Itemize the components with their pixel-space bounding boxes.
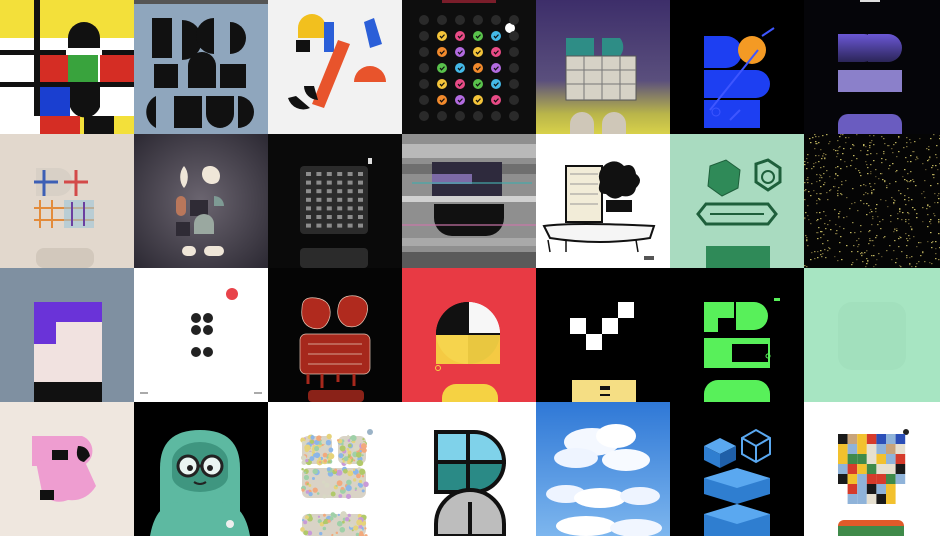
- tile-blue-b-orange-ball[interactable]: [670, 0, 804, 134]
- tile-mondrian-b[interactable]: [0, 0, 134, 134]
- tile-four-dots[interactable]: [134, 268, 268, 402]
- tile-keypad-grid[interactable]: [268, 134, 402, 268]
- tile-gray-blue-glyphs[interactable]: [134, 0, 268, 134]
- tile-sky-clouds[interactable]: [536, 402, 670, 536]
- tile-mosaic-b[interactable]: [268, 402, 402, 536]
- tile-red-ornate-b[interactable]: [268, 268, 402, 402]
- tile-checkmark-dots[interactable]: [402, 0, 536, 134]
- tile-pixel-checker[interactable]: [536, 268, 670, 402]
- tile-green-neon-b[interactable]: [670, 268, 804, 402]
- tile-pink-blob[interactable]: [0, 402, 134, 536]
- tile-green-polyhedra[interactable]: [670, 134, 804, 268]
- artwork-gallery: [0, 0, 940, 536]
- tile-purple-grain-b[interactable]: [804, 0, 940, 134]
- tile-isometric-blue-cubes[interactable]: [670, 402, 804, 536]
- tile-slate-purple-block[interactable]: [0, 268, 134, 402]
- tile-teal-stained-glass[interactable]: [402, 402, 536, 536]
- tile-colored-shapes[interactable]: [268, 0, 402, 134]
- tile-dusky-glyphs[interactable]: [134, 134, 268, 268]
- tile-cross-stitch-b[interactable]: [0, 134, 134, 268]
- tile-pixel-quilt[interactable]: [804, 402, 940, 536]
- tile-ink-sketch[interactable]: [536, 134, 670, 268]
- tile-purple-gradient-b[interactable]: [536, 0, 670, 134]
- tile-glitch-b[interactable]: [402, 134, 536, 268]
- tile-green-sloth[interactable]: [134, 402, 268, 536]
- tile-mint-blank[interactable]: [804, 268, 940, 402]
- tile-red-circle-quadrants[interactable]: [402, 268, 536, 402]
- tile-static-noise[interactable]: [804, 134, 940, 268]
